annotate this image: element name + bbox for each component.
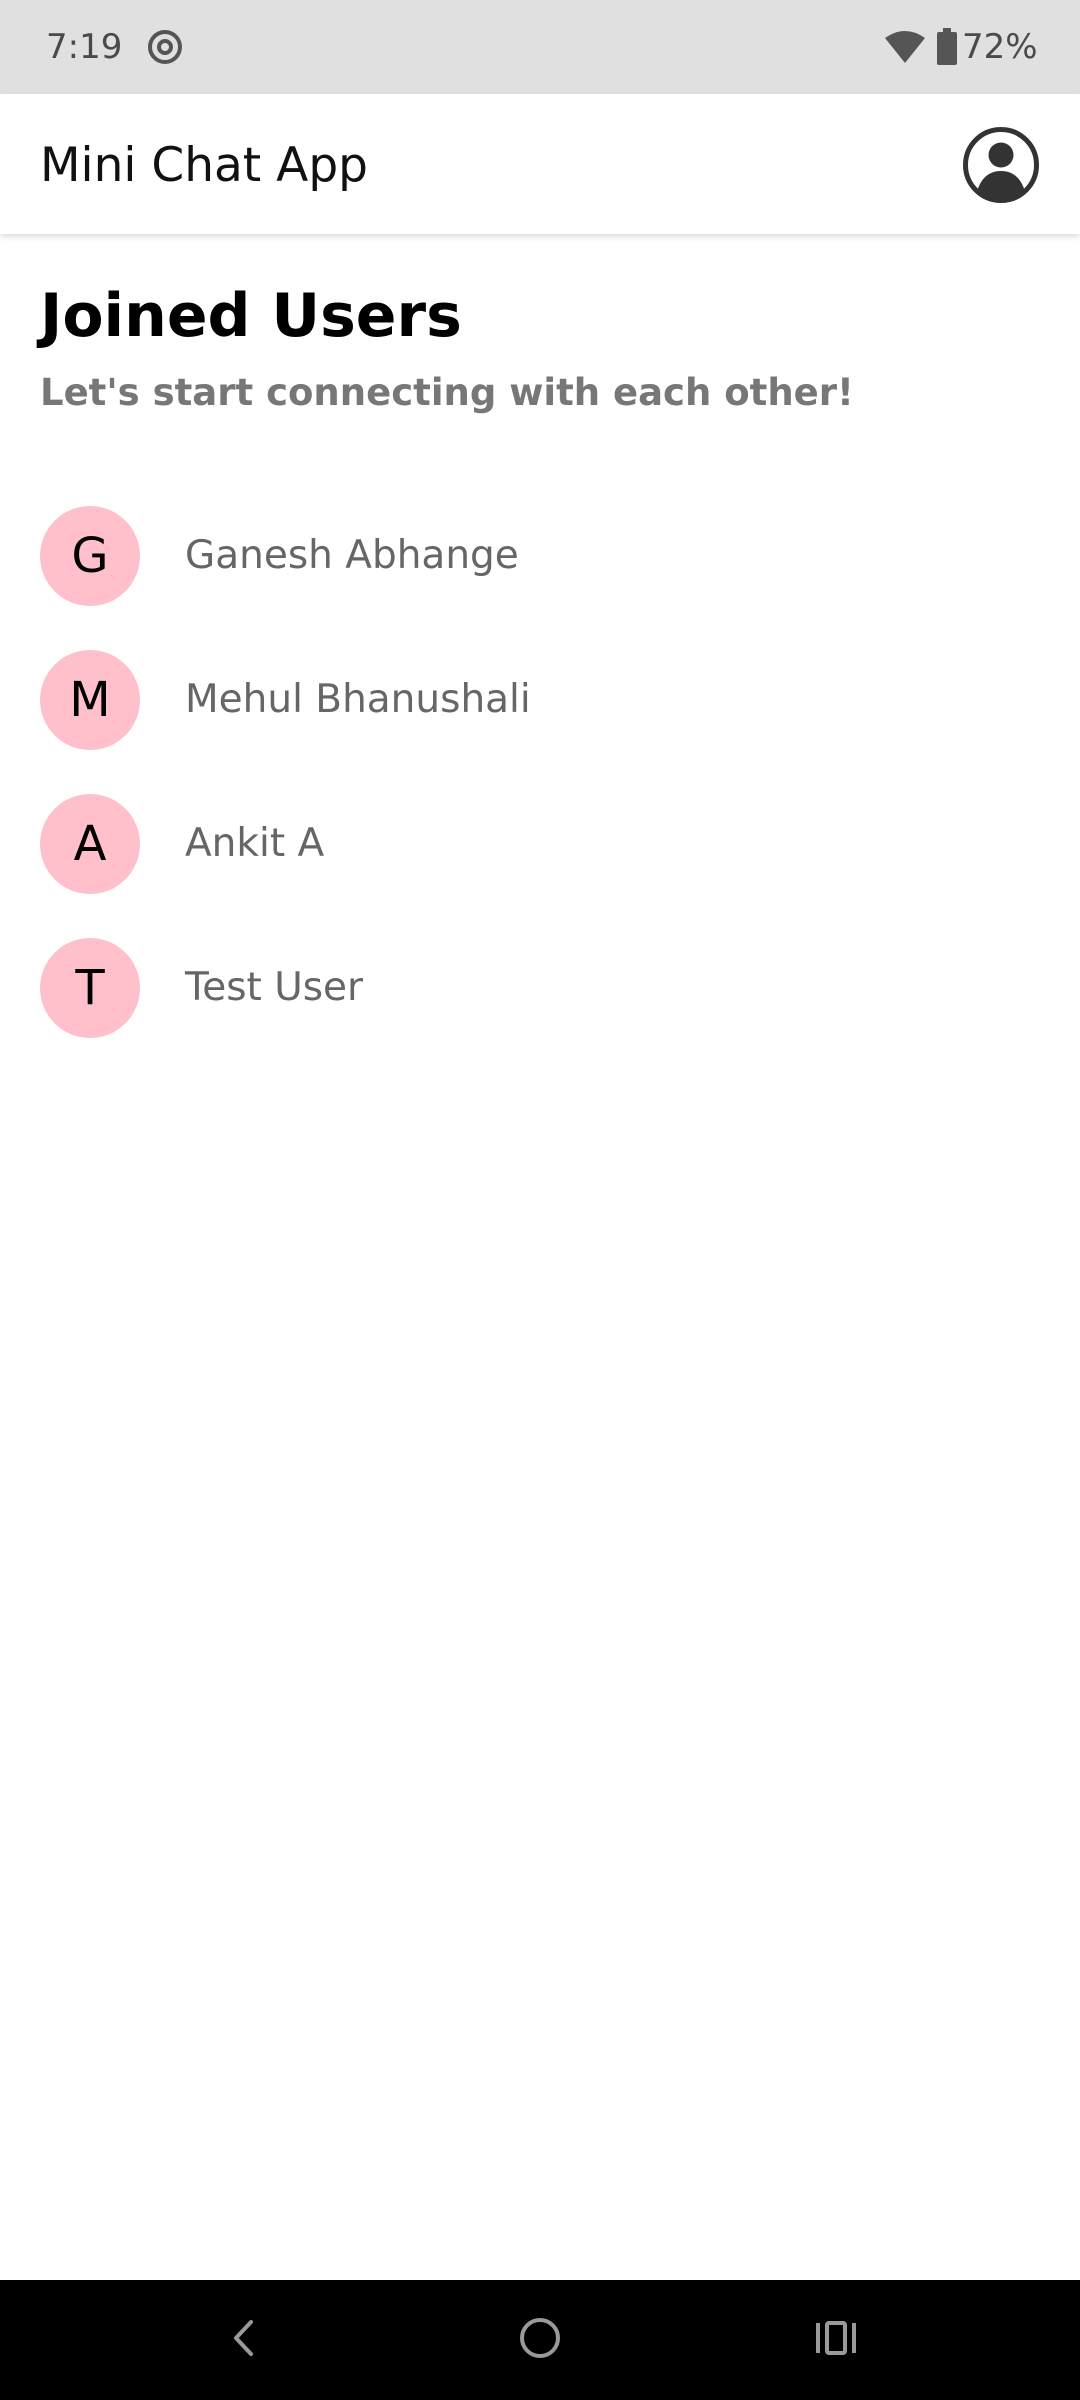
avatar: G (40, 506, 140, 606)
app-title: Mini Chat App (40, 138, 368, 193)
user-name: Mehul Bhanushali (185, 677, 531, 722)
battery-percentage: 72% (962, 27, 1038, 67)
account-circle-icon (962, 126, 1040, 204)
user-list-item[interactable]: M Mehul Bhanushali (0, 628, 1080, 772)
recents-button[interactable] (796, 2300, 876, 2380)
page-subtitle: Let's start connecting with each other! (40, 371, 854, 414)
profile-button[interactable] (962, 126, 1040, 204)
avatar: T (40, 938, 140, 1038)
back-button[interactable] (204, 2300, 284, 2380)
navigation-bar (0, 2280, 1080, 2400)
home-icon (518, 2316, 562, 2364)
app-bar: Mini Chat App (0, 94, 1080, 234)
status-time: 7:19 (46, 27, 123, 67)
avatar: A (40, 794, 140, 894)
back-icon (224, 2318, 264, 2362)
page-title: Joined Users (40, 281, 462, 351)
wifi-icon (884, 30, 926, 64)
user-list-item[interactable]: G Ganesh Abhange (0, 484, 1080, 628)
battery-icon (936, 28, 958, 66)
home-button[interactable] (500, 2300, 580, 2380)
user-name: Ankit A (185, 821, 325, 866)
user-name: Ganesh Abhange (185, 533, 519, 578)
recents-icon (814, 2318, 858, 2362)
user-name: Test User (185, 965, 364, 1010)
user-list-item[interactable]: A Ankit A (0, 772, 1080, 916)
status-bar: 7:19 72% (0, 0, 1080, 94)
avatar: M (40, 650, 140, 750)
cast-icon (146, 28, 184, 66)
user-list: G Ganesh Abhange M Mehul Bhanushali A An… (0, 484, 1080, 1060)
user-list-item[interactable]: T Test User (0, 916, 1080, 1060)
